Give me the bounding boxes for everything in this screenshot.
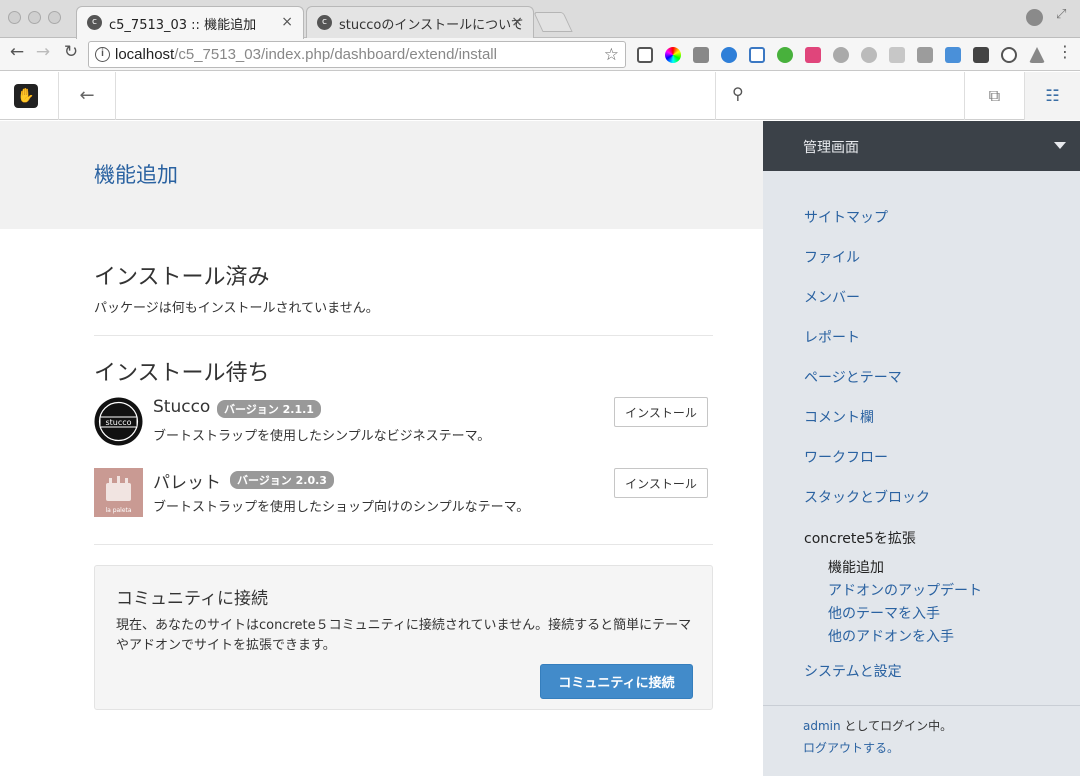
login-status: admin としてログイン中。 [803, 717, 952, 734]
color-picker-extension-icon[interactable] [665, 47, 681, 63]
version-badge: バージョン 2.0.3 [230, 471, 334, 489]
concrete5-favicon-icon: c [87, 15, 102, 30]
extension-icon[interactable] [1029, 47, 1045, 63]
dashboard-sidebar: 管理画面 サイトマップ ファイル メンバー レポート ページとテーマ コメント欄… [763, 121, 1080, 776]
package-description: ブートストラップを使用したショップ向けのシンプルなテーマ。 [153, 500, 530, 515]
browser-menu-icon[interactable]: ⋮ [1054, 42, 1076, 61]
community-heading: コミュニティに接続 [116, 589, 268, 609]
concrete5-logo-icon[interactable]: ✋ [14, 84, 38, 108]
sidebar-subitem-addons[interactable]: 他のアドオンを入手 [828, 626, 954, 646]
community-panel: コミュニティに接続 現在、あなたのサイトはconcrete５コミュニティに接続さ… [94, 565, 713, 710]
sidebar-divider [763, 705, 1080, 706]
paleta-icon-text: la paleta [105, 507, 131, 514]
ptt-extension-icon[interactable] [973, 47, 989, 63]
address-path: /c5_7513_03/index.php/dashboard/extend/i… [174, 46, 497, 63]
forward-icon[interactable]: → [32, 42, 54, 62]
stucco-theme-icon: stucco [94, 397, 143, 446]
sidebar-item-members[interactable]: メンバー [804, 287, 860, 307]
logout-link[interactable]: ログアウトする。 [803, 739, 899, 756]
pocket-extension-icon[interactable] [805, 47, 821, 63]
package-description: ブートストラップを使用したシンプルなビジネステーマ。 [153, 429, 491, 444]
main-content: 機能追加 インストール済み パッケージは何もインストールされていません。 インス… [0, 121, 763, 776]
cms-toolbar: ✋ ← ⚲ ⧉ ☷ [0, 72, 1080, 120]
extension-icon[interactable] [945, 47, 961, 63]
profile-icon[interactable] [1026, 9, 1043, 26]
evernote-extension-icon[interactable] [777, 47, 793, 63]
capture-extension-icon[interactable] [749, 47, 765, 63]
search-icon: ⚲ [732, 84, 744, 103]
sidebar-item-workflow[interactable]: ワークフロー [804, 447, 888, 467]
back-icon[interactable]: ← [6, 42, 28, 62]
pending-heading: インストール待ち [94, 361, 270, 386]
stucco-icon-text: stucco [105, 418, 131, 427]
zoom-window-button[interactable] [48, 11, 61, 24]
tab-close-icon[interactable]: × [281, 14, 293, 30]
install-button[interactable]: インストール [614, 397, 708, 427]
extension-icon[interactable] [721, 47, 737, 63]
tab-title: stuccoのインストールについて [339, 18, 524, 33]
sitemap-button[interactable]: ⧉ [964, 72, 1024, 120]
sidebar-item-pages-themes[interactable]: ページとテーマ [804, 367, 902, 387]
dashboard-settings-button[interactable]: ☷ [1024, 72, 1080, 120]
address-bar[interactable]: i localhost/c5_7513_03/index.php/dashboa… [88, 41, 626, 68]
reload-icon[interactable]: ↻ [60, 42, 82, 62]
connect-community-button[interactable]: コミュニティに接続 [540, 664, 693, 699]
sidebar-header[interactable]: 管理画面 [763, 121, 1080, 171]
browser-tab-active[interactable]: c c5_7513_03 :: 機能追加 × [76, 6, 304, 39]
arrow-left-icon: ← [79, 85, 95, 106]
search-field[interactable]: ⚲ [715, 72, 964, 120]
installed-empty-text: パッケージは何もインストールされていません。 [94, 301, 379, 316]
address-host: localhost [115, 46, 175, 63]
installed-heading: インストール済み [94, 265, 270, 290]
admin-user-link[interactable]: admin [803, 719, 841, 733]
paleta-theme-icon: la paleta [94, 468, 143, 517]
divider [94, 544, 713, 545]
tab-close-icon[interactable]: × [511, 14, 523, 30]
sidebar-item-reports[interactable]: レポート [804, 327, 860, 347]
package-row: stucco Stucco バージョン 2.1.1 ブートストラップを使用したシ… [94, 397, 713, 449]
info-icon[interactable]: i [95, 47, 110, 62]
version-badge: バージョン 2.1.1 [217, 400, 321, 418]
gear-extension-icon[interactable] [889, 47, 905, 63]
sliders-icon: ☷ [1045, 86, 1060, 105]
caret-down-icon [1054, 142, 1066, 149]
wordpress-extension-icon[interactable] [1001, 47, 1017, 63]
sidebar-item-extend[interactable]: concrete5を拡張 [804, 528, 916, 548]
browser-tab-inactive[interactable]: c stuccoのインストールについて × [306, 6, 534, 38]
login-status-text: としてログイン中。 [840, 719, 953, 733]
browser-tab-bar: c c5_7513_03 :: 機能追加 × c stuccoのインストールにつ… [0, 0, 1080, 39]
fullscreen-icon[interactable]: ⤢ [1056, 7, 1066, 22]
divider [94, 335, 713, 336]
sidebar-header-label: 管理画面 [803, 140, 859, 156]
sidebar-item-sitemap[interactable]: サイトマップ [804, 207, 888, 227]
new-tab-button[interactable] [533, 12, 573, 32]
close-window-button[interactable] [8, 11, 21, 24]
sidebar-subitem-update[interactable]: アドオンのアップデート [828, 580, 982, 600]
sidebar-subitem-install[interactable]: 機能追加 [828, 557, 884, 577]
package-row: la paleta パレット バージョン 2.0.3 ブートストラップを使用した… [94, 468, 713, 520]
extension-icon[interactable] [637, 47, 653, 63]
package-name: パレット [153, 473, 221, 493]
extension-icon[interactable] [833, 47, 849, 63]
package-name: Stucco [153, 397, 211, 417]
camera-extension-icon[interactable] [693, 47, 709, 63]
sidebar-item-system[interactable]: システムと設定 [804, 661, 902, 681]
sidebar-item-files[interactable]: ファイル [804, 247, 860, 267]
back-button[interactable]: ← [58, 72, 116, 120]
minimize-window-button[interactable] [28, 11, 41, 24]
community-text: 現在、あなたのサイトはconcrete５コミュニティに接続されていません。接続す… [116, 618, 692, 653]
browser-toolbar: ← → ↻ i localhost/c5_7513_03/index.php/d… [0, 38, 1080, 71]
concrete5-favicon-icon: c [317, 15, 332, 30]
pages-icon: ⧉ [988, 86, 1001, 105]
text-extension-icon[interactable] [917, 47, 933, 63]
page-title: 機能追加 [94, 163, 178, 187]
sidebar-subitem-themes[interactable]: 他のテーマを入手 [828, 603, 940, 623]
install-button[interactable]: インストール [614, 468, 708, 498]
page-header: 機能追加 [0, 121, 763, 229]
tab-title: c5_7513_03 :: 機能追加 [109, 18, 257, 33]
code-extension-icon[interactable] [861, 47, 877, 63]
sidebar-item-stacks-blocks[interactable]: スタックとブロック [804, 487, 930, 507]
sidebar-item-comments[interactable]: コメント欄 [804, 407, 874, 427]
bookmark-star-icon[interactable]: ☆ [604, 45, 619, 65]
